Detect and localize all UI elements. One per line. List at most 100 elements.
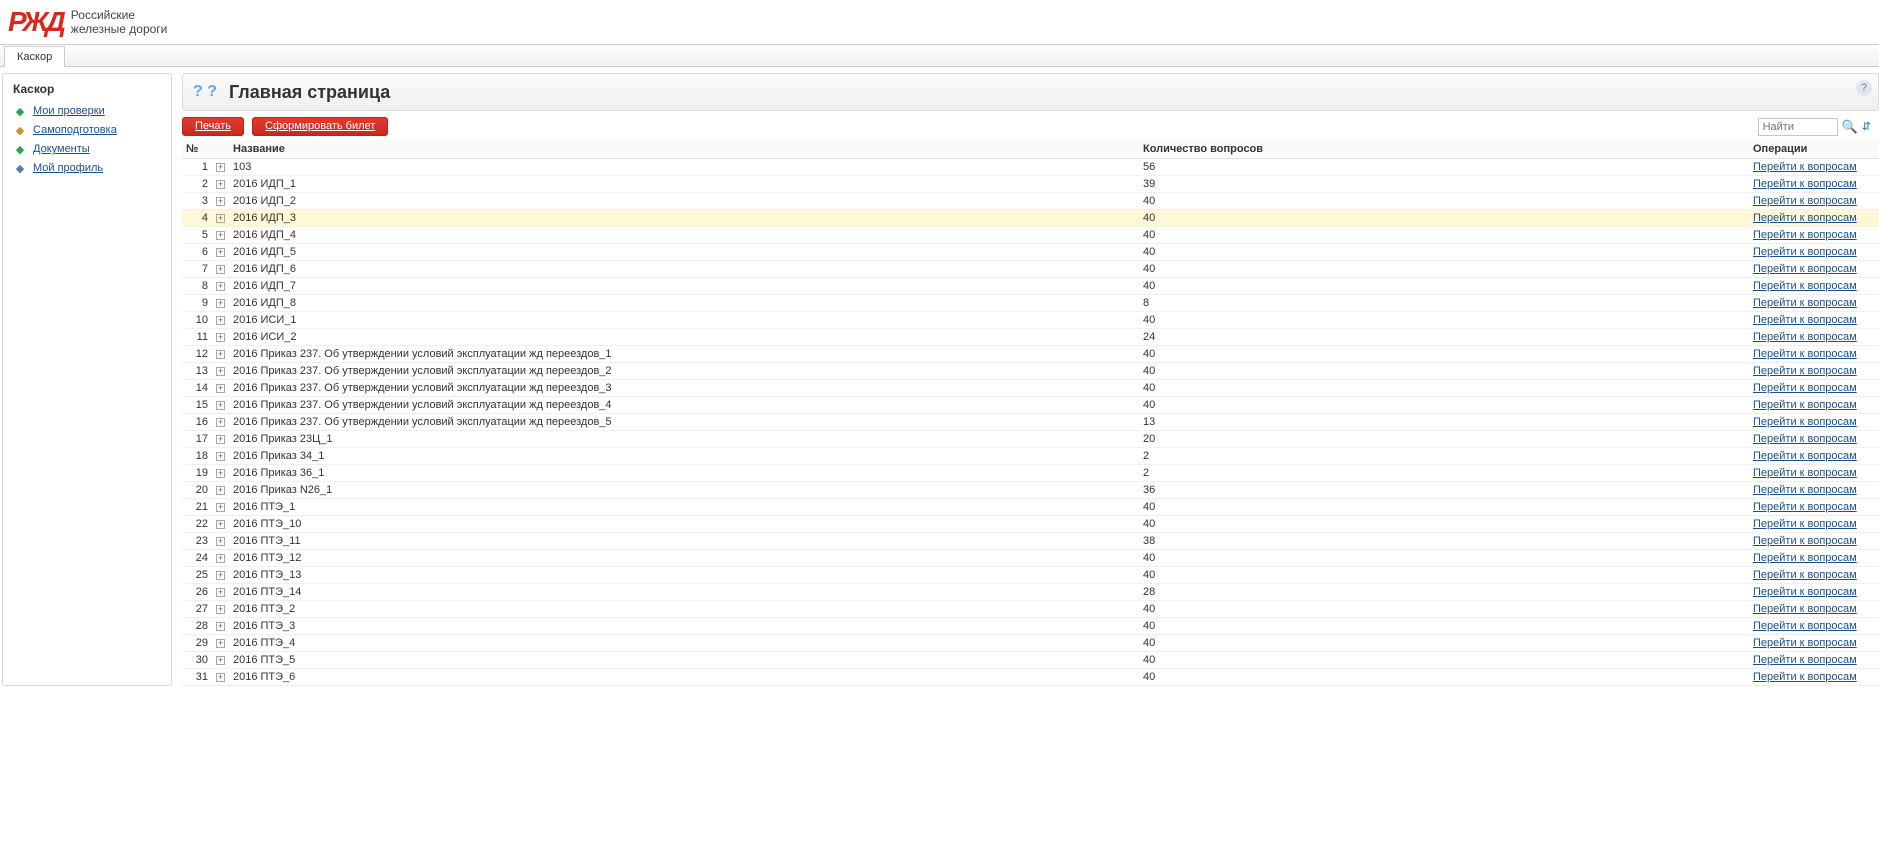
- row-name: 2016 ИДП_4: [229, 227, 1139, 244]
- expand-toggle-icon[interactable]: +: [216, 639, 225, 648]
- sidebar-item-label[interactable]: Документы: [33, 143, 90, 155]
- go-to-questions-link[interactable]: Перейти к вопросам: [1753, 382, 1857, 394]
- help-icon[interactable]: ?: [1856, 80, 1872, 96]
- expand-toggle-icon[interactable]: +: [216, 503, 225, 512]
- go-to-questions-link[interactable]: Перейти к вопросам: [1753, 246, 1857, 258]
- go-to-questions-link[interactable]: Перейти к вопросам: [1753, 586, 1857, 598]
- expand-toggle-icon[interactable]: +: [216, 469, 225, 478]
- go-to-questions-link[interactable]: Перейти к вопросам: [1753, 314, 1857, 326]
- expand-toggle-icon[interactable]: +: [216, 163, 225, 172]
- expand-toggle-icon[interactable]: +: [216, 605, 225, 614]
- go-to-questions-link[interactable]: Перейти к вопросам: [1753, 569, 1857, 581]
- expand-toggle-icon[interactable]: +: [216, 180, 225, 189]
- expand-toggle-icon[interactable]: +: [216, 299, 225, 308]
- toolbar: Печать Сформировать билет 🔍 ⇵: [182, 111, 1879, 140]
- go-to-questions-link[interactable]: Перейти к вопросам: [1753, 161, 1857, 173]
- row-qty: 40: [1139, 567, 1749, 584]
- expand-toggle-icon[interactable]: +: [216, 282, 225, 291]
- expand-toggle-icon[interactable]: +: [216, 537, 225, 546]
- row-expand-cell: +: [212, 329, 229, 346]
- go-to-questions-link[interactable]: Перейти к вопросам: [1753, 331, 1857, 343]
- go-to-questions-link[interactable]: Перейти к вопросам: [1753, 399, 1857, 411]
- expand-toggle-icon[interactable]: +: [216, 367, 225, 376]
- expand-toggle-icon[interactable]: +: [216, 486, 225, 495]
- expand-toggle-icon[interactable]: +: [216, 401, 225, 410]
- go-to-questions-link[interactable]: Перейти к вопросам: [1753, 450, 1857, 462]
- go-to-questions-link[interactable]: Перейти к вопросам: [1753, 280, 1857, 292]
- go-to-questions-link[interactable]: Перейти к вопросам: [1753, 654, 1857, 666]
- expand-toggle-icon[interactable]: +: [216, 520, 225, 529]
- row-number: 16: [182, 414, 212, 431]
- go-to-questions-link[interactable]: Перейти к вопросам: [1753, 535, 1857, 547]
- row-number: 26: [182, 584, 212, 601]
- expand-toggle-icon[interactable]: +: [216, 588, 225, 597]
- expand-toggle-icon[interactable]: +: [216, 333, 225, 342]
- row-name: 2016 ПТЭ_10: [229, 516, 1139, 533]
- tabs-bar: Каскор: [0, 44, 1879, 67]
- form-ticket-button[interactable]: Сформировать билет: [252, 117, 388, 136]
- go-to-questions-link[interactable]: Перейти к вопросам: [1753, 467, 1857, 479]
- sidebar-item[interactable]: ◆Мой профиль: [3, 159, 171, 178]
- row-expand-cell: +: [212, 635, 229, 652]
- go-to-questions-link[interactable]: Перейти к вопросам: [1753, 433, 1857, 445]
- expand-toggle-icon[interactable]: +: [216, 316, 225, 325]
- go-to-questions-link[interactable]: Перейти к вопросам: [1753, 484, 1857, 496]
- expand-toggle-icon[interactable]: +: [216, 418, 225, 427]
- row-ops: Перейти к вопросам: [1749, 380, 1879, 397]
- expand-toggle-icon[interactable]: +: [216, 214, 225, 223]
- row-name: 2016 ПТЭ_6: [229, 669, 1139, 686]
- go-to-questions-link[interactable]: Перейти к вопросам: [1753, 195, 1857, 207]
- expand-toggle-icon[interactable]: +: [216, 571, 225, 580]
- table-row: 7+2016 ИДП_640Перейти к вопросам: [182, 261, 1879, 278]
- expand-icon[interactable]: ⇵: [1862, 120, 1871, 133]
- sidebar-item[interactable]: ◆Документы: [3, 140, 171, 159]
- go-to-questions-link[interactable]: Перейти к вопросам: [1753, 620, 1857, 632]
- sidebar-item[interactable]: ◆Самоподготовка: [3, 121, 171, 140]
- expand-toggle-icon[interactable]: +: [216, 248, 225, 257]
- expand-toggle-icon[interactable]: +: [216, 231, 225, 240]
- expand-toggle-icon[interactable]: +: [216, 554, 225, 563]
- print-button[interactable]: Печать: [182, 117, 244, 136]
- go-to-questions-link[interactable]: Перейти к вопросам: [1753, 178, 1857, 190]
- sidebar-item-label[interactable]: Самоподготовка: [33, 124, 117, 136]
- go-to-questions-link[interactable]: Перейти к вопросам: [1753, 671, 1857, 683]
- row-name: 2016 ИДП_7: [229, 278, 1139, 295]
- go-to-questions-link[interactable]: Перейти к вопросам: [1753, 416, 1857, 428]
- go-to-questions-link[interactable]: Перейти к вопросам: [1753, 365, 1857, 377]
- row-name: 2016 Приказ 36_1: [229, 465, 1139, 482]
- go-to-questions-link[interactable]: Перейти к вопросам: [1753, 637, 1857, 649]
- expand-toggle-icon[interactable]: +: [216, 452, 225, 461]
- search-input[interactable]: [1758, 118, 1838, 136]
- page-header: ? ? Главная страница ?: [182, 73, 1879, 111]
- row-ops: Перейти к вопросам: [1749, 244, 1879, 261]
- expand-toggle-icon[interactable]: +: [216, 384, 225, 393]
- expand-toggle-icon[interactable]: +: [216, 622, 225, 631]
- go-to-questions-link[interactable]: Перейти к вопросам: [1753, 552, 1857, 564]
- go-to-questions-link[interactable]: Перейти к вопросам: [1753, 263, 1857, 275]
- search-icon[interactable]: 🔍: [1842, 119, 1858, 135]
- go-to-questions-link[interactable]: Перейти к вопросам: [1753, 603, 1857, 615]
- row-name: 2016 Приказ 23Ц_1: [229, 431, 1139, 448]
- brand-line1: Российские: [71, 8, 168, 22]
- expand-toggle-icon[interactable]: +: [216, 656, 225, 665]
- expand-toggle-icon[interactable]: +: [216, 197, 225, 206]
- row-qty: 36: [1139, 482, 1749, 499]
- go-to-questions-link[interactable]: Перейти к вопросам: [1753, 229, 1857, 241]
- expand-toggle-icon[interactable]: +: [216, 673, 225, 682]
- go-to-questions-link[interactable]: Перейти к вопросам: [1753, 348, 1857, 360]
- expand-toggle-icon[interactable]: +: [216, 265, 225, 274]
- go-to-questions-link[interactable]: Перейти к вопросам: [1753, 212, 1857, 224]
- tab-kaskor[interactable]: Каскор: [4, 46, 65, 67]
- col-header-ops: Операции: [1749, 140, 1879, 159]
- sidebar-item[interactable]: ◆Мои проверки: [3, 102, 171, 121]
- go-to-questions-link[interactable]: Перейти к вопросам: [1753, 518, 1857, 530]
- expand-toggle-icon[interactable]: +: [216, 435, 225, 444]
- row-number: 17: [182, 431, 212, 448]
- go-to-questions-link[interactable]: Перейти к вопросам: [1753, 501, 1857, 513]
- expand-toggle-icon[interactable]: +: [216, 350, 225, 359]
- row-qty: 40: [1139, 601, 1749, 618]
- sidebar-item-label[interactable]: Мои проверки: [33, 105, 105, 117]
- sidebar-item-label[interactable]: Мой профиль: [33, 162, 103, 174]
- go-to-questions-link[interactable]: Перейти к вопросам: [1753, 297, 1857, 309]
- row-ops: Перейти к вопросам: [1749, 159, 1879, 176]
